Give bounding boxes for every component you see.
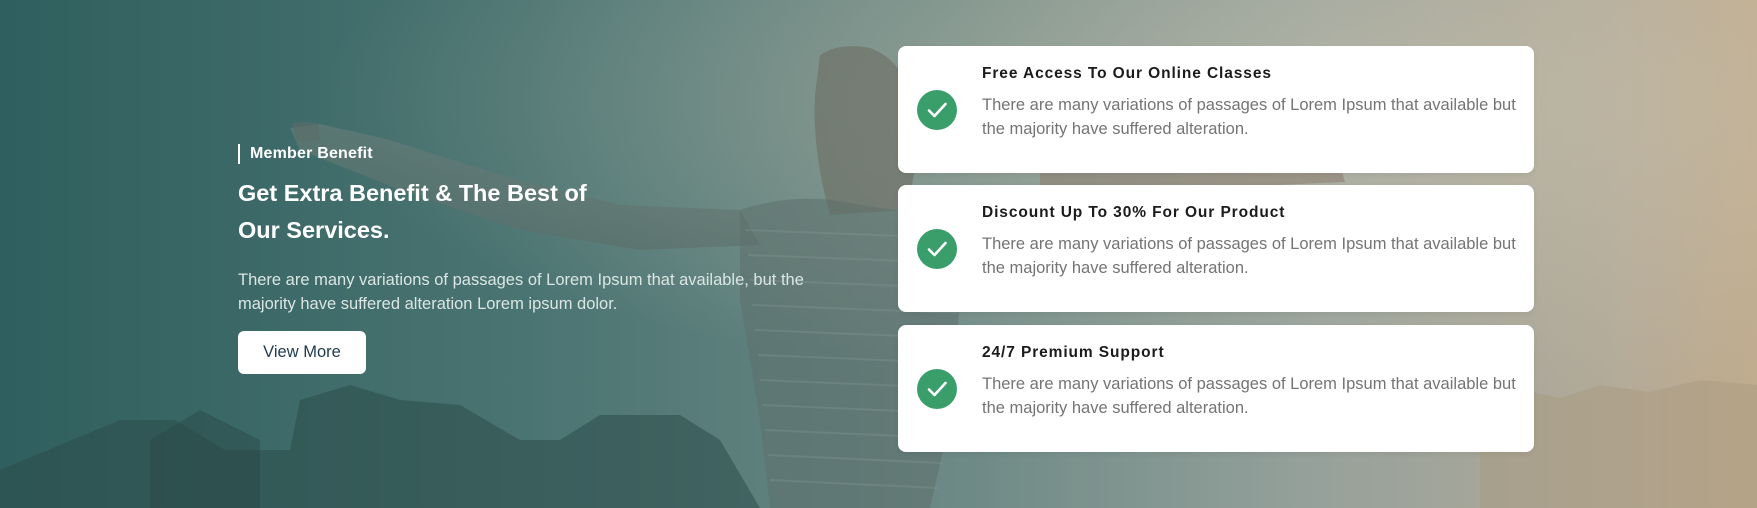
section-eyebrow: Member Benefit [238, 144, 373, 164]
section-heading: Get Extra Benefit & The Best of Our Serv… [238, 175, 658, 249]
benefit-description: There are many variations of passages of… [982, 375, 1516, 417]
benefit-description: There are many variations of passages of… [982, 235, 1516, 277]
view-more-button[interactable]: View More [238, 331, 366, 374]
heading-line-1: Get Extra Benefit & The Best of [238, 180, 587, 206]
heading-line-2: Our Services. [238, 217, 390, 243]
member-benefit-section: Member Benefit Get Extra Benefit & The B… [0, 0, 1757, 508]
check-circle-icon [917, 229, 957, 269]
check-circle-icon [917, 369, 957, 409]
benefit-description: There are many variations of passages of… [982, 96, 1516, 138]
benefit-card-premium-support: 24/7 Premium Support There are many vari… [898, 325, 1534, 452]
benefit-title: Free Access To Our Online Classes [982, 65, 1272, 82]
section-description: There are many variations of passages of… [238, 271, 804, 313]
check-circle-icon [917, 90, 957, 130]
benefit-title: Discount Up To 30% For Our Product [982, 204, 1286, 221]
benefit-card-discount: Discount Up To 30% For Our Product There… [898, 185, 1534, 312]
benefit-card-online-classes: Free Access To Our Online Classes There … [898, 46, 1534, 173]
benefit-title: 24/7 Premium Support [982, 344, 1165, 361]
